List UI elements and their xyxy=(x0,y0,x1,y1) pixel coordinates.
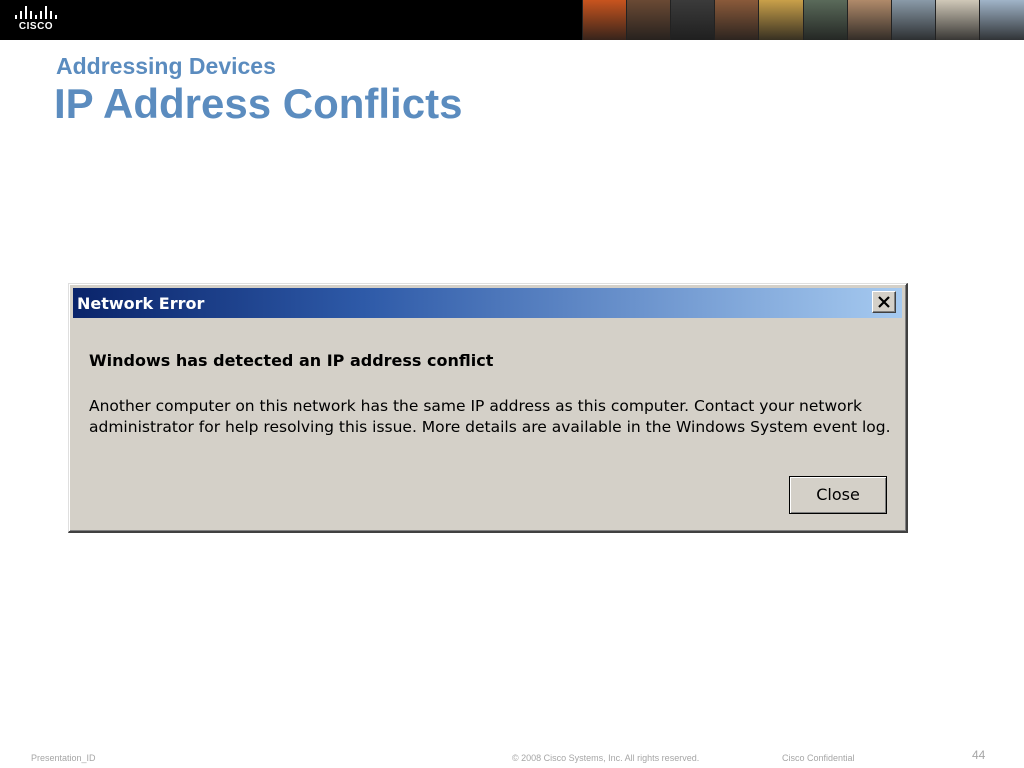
footer-confidential: Cisco Confidential xyxy=(782,753,855,763)
top-banner: CISCO xyxy=(0,0,1024,40)
page-number: 44 xyxy=(972,748,986,762)
banner-photo xyxy=(758,0,803,40)
banner-photo xyxy=(934,0,979,40)
dialog-message-line: Another computer on this network has the… xyxy=(89,397,862,415)
banner-photo xyxy=(978,0,1024,40)
banner-photo xyxy=(582,0,627,40)
cisco-logo: CISCO xyxy=(12,6,60,34)
banner-photo xyxy=(802,0,847,40)
banner-photo xyxy=(626,0,671,40)
banner-photo xyxy=(846,0,891,40)
footer-presentation-id: Presentation_ID xyxy=(31,753,96,763)
banner-photo xyxy=(714,0,759,40)
banner-photo xyxy=(890,0,935,40)
network-error-dialog: Network Error Windows has detected an IP… xyxy=(68,283,908,533)
dialog-title: Network Error xyxy=(77,294,205,313)
dialog-titlebar[interactable]: Network Error xyxy=(73,288,902,318)
slide-title: IP Address Conflicts xyxy=(54,80,463,127)
slide-subtitle: Addressing Devices xyxy=(56,53,276,79)
banner-photo-strip xyxy=(582,0,1024,40)
close-x-icon[interactable] xyxy=(872,291,896,313)
banner-photo xyxy=(670,0,715,40)
dialog-heading: Windows has detected an IP address confl… xyxy=(89,351,494,370)
close-button[interactable]: Close xyxy=(789,476,887,514)
footer-copyright: © 2008 Cisco Systems, Inc. All rights re… xyxy=(512,753,700,763)
close-x-glyph xyxy=(878,296,890,308)
dialog-message-line: administrator for help resolving this is… xyxy=(89,418,891,436)
cisco-bars-icon xyxy=(15,6,57,19)
cisco-logo-text: CISCO xyxy=(18,21,54,32)
